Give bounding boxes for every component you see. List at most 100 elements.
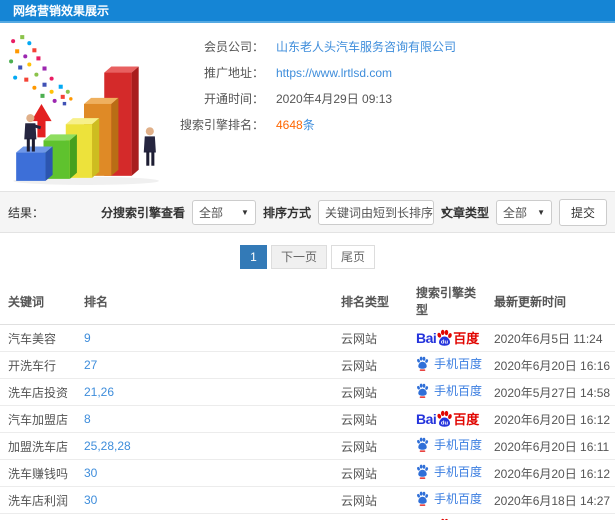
article-type-label: 文章类型 xyxy=(440,205,489,220)
baidu-mobile-logo: 手机百度 xyxy=(416,491,482,506)
engine-filter-value: 全部 xyxy=(198,205,223,220)
column-header-2: 排名 xyxy=(80,280,337,325)
updated-time-cell: 2020年6月18日 14:30 xyxy=(490,513,615,520)
rank-link[interactable]: 27 xyxy=(80,351,337,379)
column-header-1: 关键词 xyxy=(0,280,80,325)
keyword-rank-table: 关键词 排名 排名类型 搜索引擎类型 最新更新时间 汽车美容 9 云网站 Bai du 百度 202… xyxy=(0,280,615,520)
keyword-cell: 开洗车行 xyxy=(0,351,80,379)
table-row: 汽车加盟店 8 云网站 Bai du 百度 2020年6月20日 16:12 xyxy=(0,405,615,433)
bar-chart-illustration-image xyxy=(9,35,159,185)
baidu-logo-bai-text: Bai xyxy=(416,330,437,346)
baidu-paw-icon: du xyxy=(436,329,453,348)
engine-type-cell: 手机百度 xyxy=(412,486,490,514)
baidu-paw-icon: du xyxy=(436,410,453,429)
baidu-logo-cn-text: 百度 xyxy=(453,330,480,346)
rank-link[interactable]: 9 xyxy=(80,324,337,352)
engine-filter-label: 分搜索引擎查看 xyxy=(100,205,185,220)
rank-type-cell: 云网站 xyxy=(337,486,412,514)
sort-filter-value: 关键词由短到长排序 xyxy=(324,205,433,220)
rank-type-cell: 云网站 xyxy=(337,324,412,352)
updated-time-cell: 2020年6月20日 16:11 xyxy=(490,432,615,460)
page-title: 网络营销效果展示 xyxy=(13,4,110,18)
submit-button[interactable]: 提交 xyxy=(558,198,607,226)
sort-filter-select[interactable]: 关键词由短到长排序 ▼ xyxy=(317,199,448,225)
pagination: 1 下一页 尾页 xyxy=(0,245,615,269)
info-row: 会员公司： 山东老人头汽车服务咨询有限公司 xyxy=(168,38,615,56)
rank-link[interactable]: 3 xyxy=(80,513,337,520)
company-info-section: 会员公司： 山东老人头汽车服务咨询有限公司 推广地址： https://www.lrt… xyxy=(0,23,615,191)
page: 网络营销效果展示 会员公司： 山东老人头汽车服务咨询有限公司 推广地址： htt… xyxy=(0,0,615,520)
info-row: 推广地址： https://www.lrtlsd.com xyxy=(168,64,615,82)
filter-bar: 结果： 分搜索引擎查看 全部 ▼ 排序方式 关键词由短到长排序 ▼ 文章类型 全… xyxy=(0,191,615,233)
column-header-4: 搜索引擎类型 xyxy=(412,280,490,325)
rank-type-cell: 云网站 xyxy=(337,378,412,406)
table-row: 洗车店投资 21,26 云网站 手机百度 2020年5月27日 14:58 xyxy=(0,378,615,406)
updated-time-cell: 2020年6月20日 16:16 xyxy=(490,351,615,379)
column-header-5: 最新更新时间 xyxy=(490,280,615,325)
marketing-illustration xyxy=(0,27,168,189)
baidu-mobile-label: 手机百度 xyxy=(434,464,483,479)
baidu-mobile-paw-icon xyxy=(416,383,434,398)
engine-type-cell: 手机百度 xyxy=(412,459,490,487)
businessman-right xyxy=(143,127,156,166)
keyword-cell: 洗车赚钱吗 xyxy=(0,459,80,487)
baidu-mobile-label: 手机百度 xyxy=(434,491,483,506)
column-header-3: 排名类型 xyxy=(337,280,412,325)
article-type-select[interactable]: 全部 ▼ xyxy=(495,199,552,225)
updated-time-cell: 2020年6月20日 16:12 xyxy=(490,459,615,487)
info-value: 2020年4月29日 09:13 xyxy=(276,92,393,106)
engine-type-cell: 手机百度 xyxy=(412,378,490,406)
baidu-mobile-logo: 手机百度 xyxy=(416,464,482,479)
table-header-row: 关键词 排名 排名类型 搜索引擎类型 最新更新时间 xyxy=(0,280,615,325)
updated-time-cell: 2020年6月5日 11:24 xyxy=(490,324,615,352)
company-info-list: 会员公司： 山东老人头汽车服务咨询有限公司 推广地址： https://www.lrt… xyxy=(168,23,615,191)
page-1-button[interactable]: 1 xyxy=(239,245,267,269)
baidu-mobile-label: 手机百度 xyxy=(434,356,483,371)
rank-type-cell: 云网站 xyxy=(337,459,412,487)
rank-type-cell: 云网站 xyxy=(337,513,412,520)
rank-type-cell: 云网站 xyxy=(337,405,412,433)
updated-time-cell: 2020年5月27日 14:58 xyxy=(490,378,615,406)
table-row: 加盟洗车店 25,28,28 云网站 手机百度 2020年6月20日 16:11 xyxy=(0,432,615,460)
article-type-value: 全部 xyxy=(502,205,527,220)
info-label: 推广地址： xyxy=(203,66,264,80)
engine-type-cell: 手机百度 xyxy=(412,432,490,460)
info-value[interactable]: 山东老人头汽车服务咨询有限公司 xyxy=(276,38,456,56)
baidu-pc-logo: Baidu 百度 xyxy=(416,329,479,348)
baidu-mobile-paw-icon xyxy=(416,464,434,479)
baidu-logo-cn-text: 百度 xyxy=(453,411,480,427)
table-row: 洗车店加盟3云网站Baidu百度2020年6月18日 14:30 xyxy=(0,513,615,520)
keyword-cell: 洗车店利润 xyxy=(0,486,80,514)
info-label: 会员公司： xyxy=(203,40,264,54)
baidu-mobile-label: 手机百度 xyxy=(434,383,483,398)
keyword-cell: 汽车美容 xyxy=(0,324,80,352)
keyword-cell: 加盟洗车店 xyxy=(0,432,80,460)
info-row: 搜索引擎排名： 4648 条 xyxy=(168,116,615,134)
engine-type-cell: Baidu百度 xyxy=(412,513,490,520)
baidu-mobile-paw-icon xyxy=(416,491,434,506)
rank-link[interactable]: 8 xyxy=(80,405,337,433)
svg-text:du: du xyxy=(441,420,449,426)
rank-link[interactable]: 30 xyxy=(80,486,337,514)
baidu-mobile-label: 手机百度 xyxy=(434,437,483,452)
table-row: 洗车店利润 30 云网站 手机百度 2020年6月18日 14:27 xyxy=(0,486,615,514)
last-page-button[interactable]: 尾页 xyxy=(331,245,376,269)
baidu-mobile-paw-icon xyxy=(416,437,434,452)
engine-filter-select[interactable]: 全部 ▼ xyxy=(191,199,256,225)
rank-link[interactable]: 25,28,28 xyxy=(80,432,337,460)
rank-link[interactable]: 30 xyxy=(80,459,337,487)
info-value[interactable]: https://www.lrtlsd.com xyxy=(276,64,392,82)
info-value-suffix: 条 xyxy=(302,118,315,132)
updated-time-cell: 2020年6月18日 14:27 xyxy=(490,486,615,514)
info-row: 开通时间： 2020年4月29日 09:13 xyxy=(168,90,615,108)
rank-type-cell: 云网站 xyxy=(337,351,412,379)
keyword-cell: 洗车店加盟 xyxy=(0,513,80,520)
blue-bar xyxy=(16,146,53,181)
next-page-button[interactable]: 下一页 xyxy=(270,245,327,269)
page-header: 网络营销效果展示 xyxy=(0,0,615,23)
confetti-dots xyxy=(9,35,73,106)
rank-type-cell: 云网站 xyxy=(337,432,412,460)
info-label: 搜索引擎排名： xyxy=(179,118,264,132)
rank-link[interactable]: 21,26 xyxy=(80,378,337,406)
updated-time-cell: 2020年6月20日 16:12 xyxy=(490,405,615,433)
